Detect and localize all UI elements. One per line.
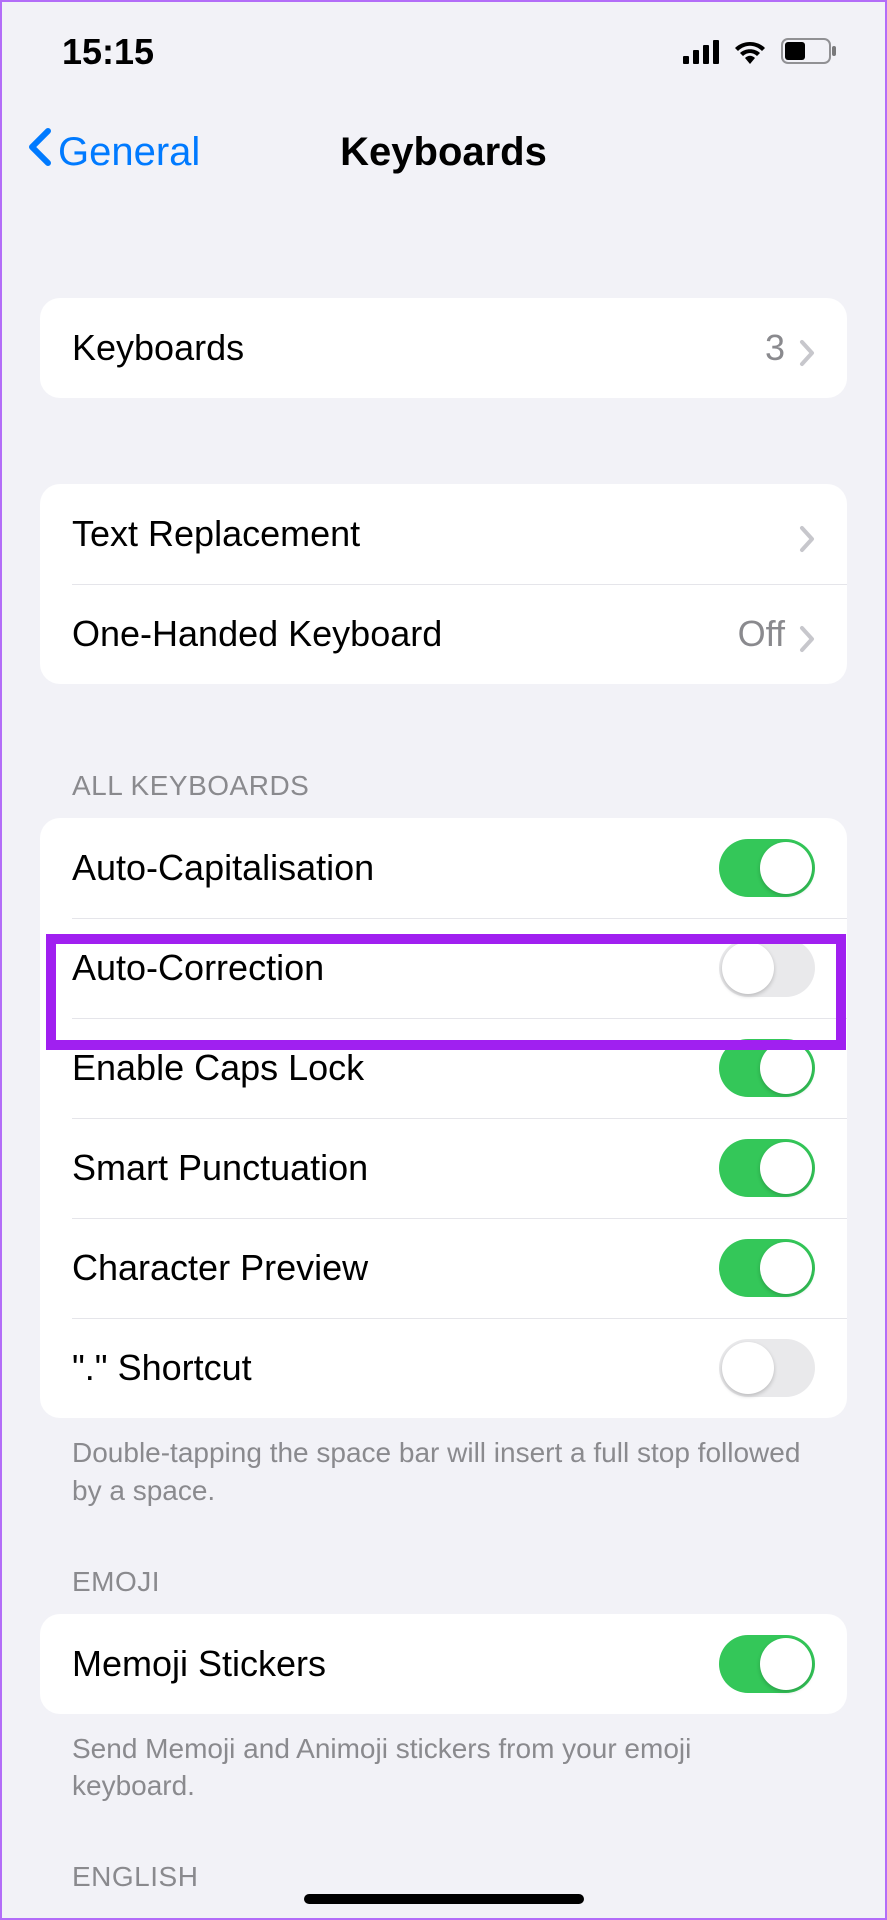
row-text-replacement[interactable]: Text Replacement (40, 484, 847, 584)
row-toggle: Enable Caps Lock (40, 1018, 847, 1118)
row-toggle: Auto-Capitalisation (40, 818, 847, 918)
nav-bar: General Keyboards (2, 102, 885, 202)
back-label: General (58, 130, 200, 175)
section-footer-all-keyboards: Double-tapping the space bar will insert… (40, 1418, 847, 1510)
row-value: 3 (765, 327, 785, 369)
row-one-handed-keyboard[interactable]: One-Handed Keyboard Off (40, 584, 847, 684)
chevron-right-icon (799, 334, 815, 362)
chevron-right-icon (799, 620, 815, 648)
toggle-switch[interactable] (719, 839, 815, 897)
wifi-icon (733, 31, 767, 73)
row-label: Text Replacement (72, 513, 360, 555)
row-keyboards[interactable]: Keyboards 3 (40, 298, 847, 398)
battery-icon (781, 31, 837, 73)
row-label: Keyboards (72, 327, 244, 369)
group-keyboards-count: Keyboards 3 (40, 298, 847, 398)
section-footer-emoji: Send Memoji and Animoji stickers from yo… (40, 1714, 847, 1806)
row-label: "." Shortcut (72, 1347, 252, 1389)
group-all-keyboards: Auto-Capitalisation Auto-Correction Enable… (40, 818, 847, 1418)
cellular-signal-icon (683, 31, 719, 73)
row-label: Character Preview (72, 1247, 368, 1289)
row-toggle: Character Preview (40, 1218, 847, 1318)
toggle-switch[interactable] (719, 1239, 815, 1297)
status-bar: 15:15 (2, 2, 885, 102)
toggle-switch[interactable] (719, 1039, 815, 1097)
row-toggle: Auto-Correction (40, 918, 847, 1018)
row-value: Off (738, 613, 785, 655)
section-header-emoji: EMOJI (40, 1566, 847, 1614)
toggle-switch[interactable] (719, 939, 815, 997)
chevron-left-icon (26, 127, 52, 177)
row-label: Enable Caps Lock (72, 1047, 364, 1089)
back-button[interactable]: General (26, 127, 200, 177)
row-label: Smart Punctuation (72, 1147, 368, 1189)
row-toggle: "." Shortcut (40, 1318, 847, 1418)
row-label: Memoji Stickers (72, 1643, 326, 1685)
status-right (683, 31, 837, 73)
toggle-memoji-stickers[interactable] (719, 1635, 815, 1693)
toggle-switch[interactable] (719, 1139, 815, 1197)
group-emoji: Memoji Stickers (40, 1614, 847, 1714)
row-label: Auto-Capitalisation (72, 847, 374, 889)
section-header-all-keyboards: ALL KEYBOARDS (40, 770, 847, 818)
row-label: One-Handed Keyboard (72, 613, 442, 655)
home-indicator (304, 1894, 584, 1904)
status-time: 15:15 (62, 31, 154, 73)
row-label: Auto-Correction (72, 947, 324, 989)
toggle-switch[interactable] (719, 1339, 815, 1397)
chevron-right-icon (799, 520, 815, 548)
row-memoji-stickers: Memoji Stickers (40, 1614, 847, 1714)
row-toggle: Smart Punctuation (40, 1118, 847, 1218)
group-text-options: Text Replacement One-Handed Keyboard Off (40, 484, 847, 684)
